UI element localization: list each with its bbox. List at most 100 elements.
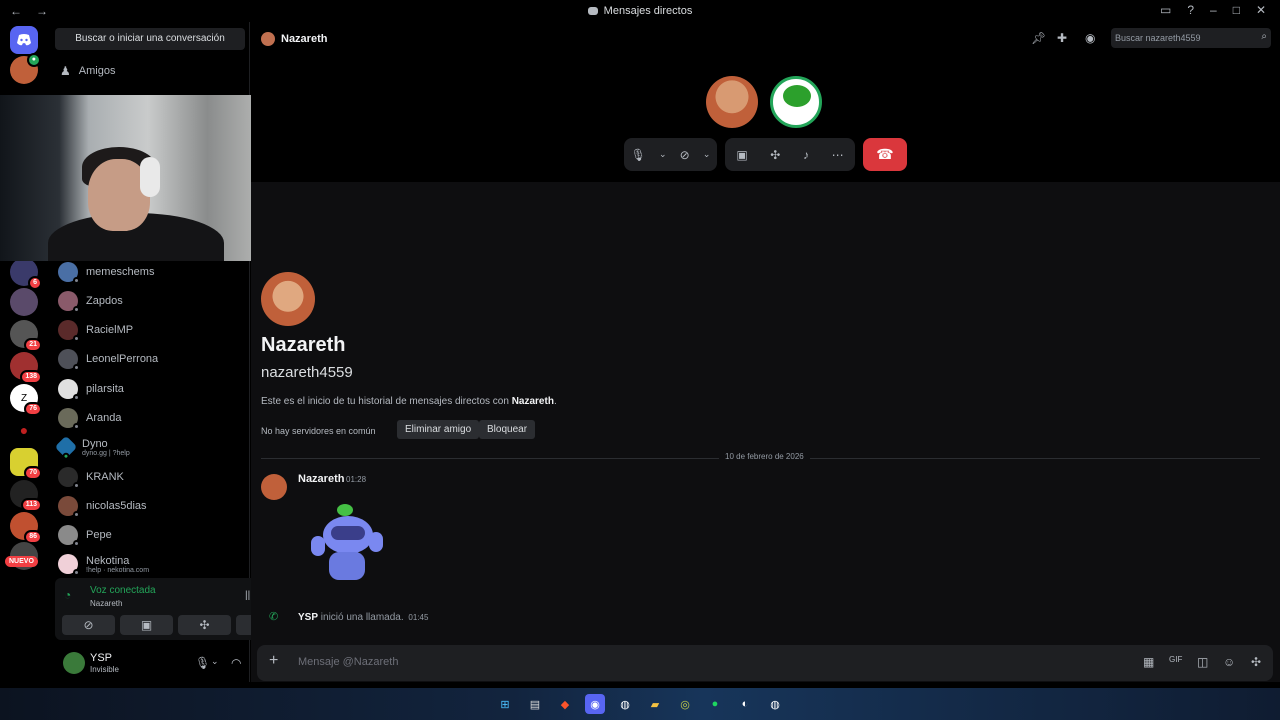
dm-item[interactable]: memeschems <box>58 258 244 286</box>
dm-item[interactable]: nicolas5dias <box>58 492 244 520</box>
steam-icon[interactable]: ◍ <box>615 694 635 714</box>
dm-item[interactable]: Aranda <box>58 404 244 432</box>
folder-icon[interactable]: ▰ <box>645 694 665 714</box>
chevron-down-icon[interactable]: ⌄ <box>703 149 711 160</box>
windows-start-icon[interactable]: ⊞ <box>495 694 515 714</box>
dm-item[interactable]: Dyno dyno.gg | ?help <box>54 433 244 462</box>
mutual-servers: No hay servidores en común <box>261 426 376 436</box>
server-icon[interactable]: 70 <box>10 448 42 480</box>
server-badge: 70 <box>24 466 42 480</box>
server-icon[interactable]: 86 <box>10 512 42 544</box>
discord-taskbar-icon[interactable]: ◉ <box>585 694 605 714</box>
dm-header: Nazareth 📌︎ ✚ ◉ Buscar nazareth4559 ⌕ <box>251 22 1280 56</box>
server-icon[interactable]: 113 <box>10 480 42 512</box>
avatar <box>54 435 78 462</box>
microphone-icon[interactable]: 🎙︎ <box>631 148 646 162</box>
dm-item[interactable]: KRANK <box>58 463 244 491</box>
dm-item[interactable]: pilarsita <box>58 375 244 403</box>
hangup-button[interactable]: ☎ <box>863 138 907 171</box>
dm-item[interactable]: Nekotina !help · nekotina.com <box>58 550 244 578</box>
friends-nav-item[interactable]: ♟ Amigos <box>60 64 115 78</box>
wumpus-sticker[interactable] <box>307 504 389 592</box>
message-input[interactable]: Mensaje @Nazareth <box>298 656 398 668</box>
user-name: YSP <box>90 652 113 664</box>
voice-channel[interactable]: Nazareth <box>90 599 122 608</box>
audio-video-controls: 🎙︎ ⌄ ⊘ ⌄ <box>624 138 717 171</box>
friends-label: Amigos <box>78 65 116 77</box>
call-event: YSP inició una llamada. 01:45 <box>298 612 429 623</box>
help-icon[interactable]: ? <box>1187 3 1194 17</box>
inbox-icon[interactable]: ▭ <box>1160 3 1171 17</box>
participant-avatar[interactable] <box>770 76 822 128</box>
profile-username: nazareth4559 <box>261 364 353 381</box>
dm-item[interactable]: LeonelPerrona <box>58 345 244 373</box>
remove-friend-button[interactable]: Eliminar amigo <box>397 420 480 439</box>
friends-icon: ♟ <box>60 64 71 78</box>
server-icon[interactable]: ● <box>10 53 41 84</box>
avatar[interactable] <box>261 474 287 500</box>
xbox-icon[interactable]: ◎ <box>675 694 695 714</box>
soundboard-icon[interactable]: ♪ <box>803 148 809 162</box>
avatar <box>58 496 80 518</box>
server-icon[interactable]: Z 76 <box>10 384 42 416</box>
close-button[interactable]: ✕ <box>1256 3 1266 17</box>
pin-icon[interactable]: 📌︎ <box>1031 31 1046 45</box>
nuevo-badge[interactable]: NUEVO <box>5 556 38 567</box>
call-area: 🎙︎ ⌄ ⊘ ⌄ ▣ ✣ ♪ ⋯ ☎ <box>251 56 1280 182</box>
windows-taskbar: ⊞ ▤ ◆ ◉ ◍ ▰ ◎ ● ◐ ◍ <box>0 688 1280 720</box>
activity-controls: ▣ ✣ ♪ ⋯ <box>725 138 855 171</box>
avatar[interactable] <box>63 652 85 674</box>
server-icon[interactable]: 138 <box>10 352 42 384</box>
camera-off-icon[interactable]: ⊘ <box>680 148 690 162</box>
avatar <box>261 32 275 46</box>
headphones-icon[interactable]: ◠ <box>231 656 241 670</box>
message-author[interactable]: Nazareth <box>298 473 344 485</box>
file-icon[interactable]: ▤ <box>525 694 545 714</box>
steam-icon[interactable]: ◍ <box>765 694 785 714</box>
activities-icon[interactable]: ✣ <box>770 148 780 162</box>
server-icon[interactable]: ● <box>10 416 38 444</box>
maximize-button[interactable]: □ <box>1233 3 1240 17</box>
gif-icon[interactable]: GIF <box>1169 655 1182 664</box>
block-button[interactable]: Bloquear <box>479 420 536 439</box>
server-icon[interactable] <box>10 288 38 316</box>
sticker-icon[interactable]: ◫ <box>1197 655 1208 669</box>
participant-avatar[interactable] <box>706 76 758 128</box>
server-icon[interactable]: 6 <box>10 258 42 290</box>
add-attachment-icon[interactable]: + <box>269 652 278 670</box>
chevron-down-icon[interactable]: ⌄ <box>659 149 667 160</box>
microphone-icon[interactable]: 🎙︎ <box>195 656 210 670</box>
screen-share-button[interactable]: ▣ <box>120 615 173 635</box>
search-conversation-button[interactable]: Buscar o iniciar una conversación <box>55 28 245 50</box>
avatar <box>58 291 80 313</box>
add-friend-icon[interactable]: ✚ <box>1057 31 1067 45</box>
more-options-icon[interactable]: ⋯ <box>832 148 844 162</box>
camera-off-icon: ⊘ <box>83 618 94 632</box>
profile-avatar[interactable] <box>261 272 315 326</box>
dm-item[interactable]: RacielMP <box>58 316 244 344</box>
camera-button[interactable]: ⊘ <box>62 615 115 635</box>
message-composer: + Mensaje @Nazareth ▦ GIF ◫ ☺ ✣ <box>257 645 1273 681</box>
apps-icon[interactable]: ✣ <box>1251 655 1261 669</box>
dm-item[interactable]: Pepe <box>58 521 244 549</box>
chat-area: Nazareth nazareth4559 Este es el inicio … <box>251 182 1280 682</box>
spotify-icon[interactable]: ● <box>705 694 725 714</box>
discord-icon <box>17 34 31 46</box>
search-input[interactable]: Buscar nazareth4559 ⌕ <box>1111 28 1271 48</box>
home-button[interactable] <box>10 26 38 54</box>
title-bar: ← → Mensajes directos ▭ ? – □ ✕ <box>0 0 1280 22</box>
server-badge: 113 <box>20 498 42 512</box>
minimize-button[interactable]: – <box>1210 3 1217 17</box>
window-title: Mensajes directos <box>603 5 693 17</box>
emoji-icon[interactable]: ☺ <box>1223 655 1235 669</box>
app-icon[interactable]: ◐ <box>735 694 755 714</box>
server-icon[interactable]: 21 <box>10 320 42 352</box>
gift-icon[interactable]: ▦ <box>1143 655 1154 669</box>
activities-button[interactable]: ✣ <box>178 615 231 635</box>
user-profile-icon[interactable]: ◉ <box>1085 31 1095 45</box>
chevron-down-icon[interactable]: ⌄ <box>211 656 219 667</box>
brave-icon[interactable]: ◆ <box>555 694 575 714</box>
screen-share-icon[interactable]: ▣ <box>736 148 747 162</box>
dm-item[interactable]: Zapdos <box>58 287 244 315</box>
intro-text: Este es el inicio de tu historial de men… <box>261 396 557 407</box>
